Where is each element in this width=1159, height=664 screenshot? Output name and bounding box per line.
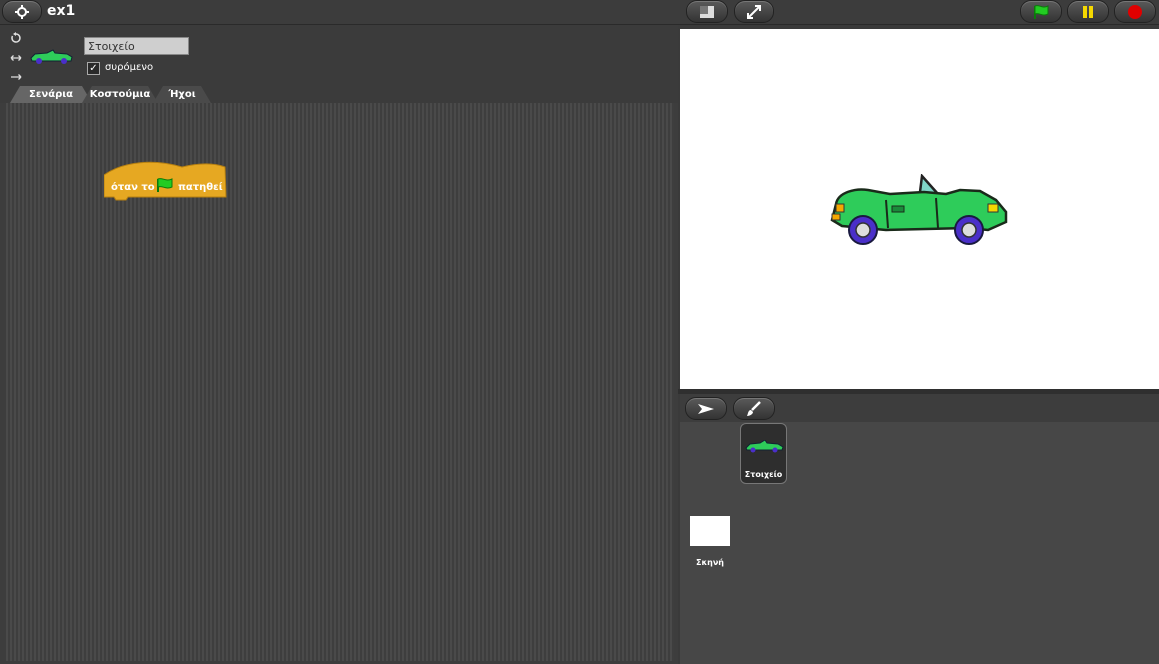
sprite-info-header: ✓ συρόμενο Σενάρια Κοστούμια Ήχοι bbox=[0, 25, 678, 103]
project-title: ex1 bbox=[47, 3, 76, 19]
stage-label: Σκηνή bbox=[696, 558, 724, 567]
arrow-tool-icon bbox=[698, 403, 714, 414]
rotate-leftright-button[interactable] bbox=[9, 52, 23, 66]
green-flag-icon bbox=[157, 178, 173, 192]
paint-new-sprite-button[interactable] bbox=[733, 397, 775, 420]
green-flag-button[interactable] bbox=[1020, 0, 1062, 23]
no-rotate-icon bbox=[11, 74, 22, 80]
stop-icon bbox=[1128, 4, 1142, 19]
fullscreen-button[interactable] bbox=[734, 0, 774, 23]
rotate-leftright-icon bbox=[10, 55, 22, 61]
tab-costumes[interactable]: Κοστούμια bbox=[82, 86, 158, 103]
draggable-label: συρόμενο bbox=[105, 62, 154, 73]
tab-costumes-label: Κοστούμια bbox=[89, 89, 151, 100]
hat-block-text-before: όταν το bbox=[111, 182, 155, 193]
green-flag-icon bbox=[1034, 4, 1049, 19]
sprite-editor-pane: ✓ συρόμενο Σενάρια Κοστούμια Ήχοι όταν τ… bbox=[0, 25, 678, 664]
sprite-name-input[interactable] bbox=[84, 37, 189, 55]
draggable-checkbox[interactable]: ✓ bbox=[87, 62, 100, 75]
sprite-corral-thumbnail bbox=[745, 440, 784, 453]
paintbrush-icon bbox=[747, 400, 761, 416]
sprite-thumbnail-car bbox=[30, 49, 73, 64]
car-sprite[interactable] bbox=[828, 174, 1013, 246]
hat-block-text-after: πατηθεί bbox=[178, 182, 223, 193]
fullscreen-icon bbox=[747, 4, 761, 19]
rotate-full-icon bbox=[11, 32, 21, 43]
tab-scripts[interactable]: Σενάρια bbox=[10, 86, 92, 103]
pause-button[interactable] bbox=[1067, 0, 1109, 23]
stage-layout-icon bbox=[700, 5, 714, 18]
settings-button[interactable] bbox=[2, 0, 42, 23]
stage-thumbnail[interactable] bbox=[690, 516, 730, 546]
pause-icon bbox=[1083, 5, 1093, 18]
sprite-corral-label: Στοιχείο bbox=[744, 470, 783, 479]
top-bar: ex1 bbox=[0, 0, 1159, 25]
sprite-corral: Στοιχείο Σκηνή bbox=[680, 422, 1159, 664]
settings-icon bbox=[15, 4, 29, 19]
no-rotate-button[interactable] bbox=[9, 71, 23, 85]
tab-sounds-label: Ήχοι bbox=[168, 89, 196, 100]
sprite-corral-item[interactable]: Στοιχείο bbox=[740, 423, 787, 484]
when-flag-clicked-block[interactable]: όταν το πατηθεί bbox=[104, 161, 228, 203]
choose-sprite-button[interactable] bbox=[685, 397, 727, 420]
sprite-tools-bar bbox=[680, 394, 1159, 423]
stop-button[interactable] bbox=[1114, 0, 1156, 23]
scripts-area[interactable]: όταν το πατηθεί bbox=[6, 103, 674, 661]
rotate-full-button[interactable] bbox=[9, 32, 23, 46]
tab-sounds[interactable]: Ήχοι bbox=[153, 86, 211, 103]
stage[interactable] bbox=[680, 29, 1159, 389]
stage-layout-button[interactable] bbox=[686, 0, 728, 23]
tab-scripts-label: Σενάρια bbox=[28, 89, 73, 100]
